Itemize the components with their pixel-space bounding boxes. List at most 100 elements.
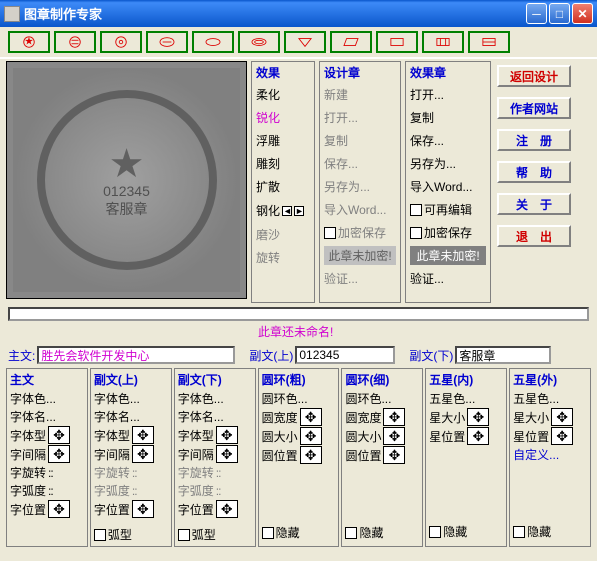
effects-column: 效果 柔化 锐化 浮雕 雕刻 扩散 钢化 ◄► 磨沙 旋转: [251, 61, 315, 303]
p7-hide-check[interactable]: [513, 526, 525, 538]
panel-ring-thick: 圆环(粗) 圆环色... 圆宽度✥ 圆大小✥ 圆位置✥ 隐藏: [258, 368, 340, 547]
effect-blur[interactable]: 柔化: [256, 85, 310, 104]
tool-ellipse-fill[interactable]: [238, 31, 280, 53]
ec-enc-check[interactable]: [410, 227, 422, 239]
maximize-button[interactable]: □: [549, 3, 570, 24]
seal-number: 012345: [103, 183, 150, 199]
p4-size-drag[interactable]: ✥: [300, 427, 322, 445]
p2-style-drag[interactable]: ✥: [132, 426, 154, 444]
p6-hide-check[interactable]: [429, 526, 441, 538]
p6-pos-drag[interactable]: ✥: [467, 427, 489, 445]
p4-width: 圆宽度: [262, 409, 298, 426]
ec-verify[interactable]: 验证...: [410, 269, 486, 288]
fuxia-label: 副文(下): [409, 347, 453, 364]
btn-help[interactable]: 帮 助: [497, 161, 571, 183]
p5-width: 圆宽度: [345, 409, 381, 426]
p2-color[interactable]: 字体色...: [94, 390, 140, 407]
p5-hide-check[interactable]: [345, 527, 357, 539]
effect-carve[interactable]: 雕刻: [256, 154, 310, 173]
p1-color[interactable]: 字体色...: [10, 390, 56, 407]
app-icon: [4, 6, 20, 22]
p1-pos-drag[interactable]: ✥: [48, 500, 70, 518]
design-header: 设计章: [324, 64, 396, 81]
tool-ellipse[interactable]: [192, 31, 234, 53]
design-save[interactable]: 保存...: [324, 154, 396, 173]
ec-word[interactable]: 导入Word...: [410, 177, 486, 196]
steel-right[interactable]: ►: [294, 206, 304, 216]
p2-arc-check[interactable]: [94, 529, 106, 541]
tool-circle-ring[interactable]: [100, 31, 142, 53]
zhuwen-input[interactable]: [37, 346, 235, 364]
p2-spacing-drag[interactable]: ✥: [132, 445, 154, 463]
fushang-input[interactable]: [295, 346, 395, 364]
effect-emboss[interactable]: 浮雕: [256, 131, 310, 150]
p4-color[interactable]: 圆环色...: [262, 390, 308, 407]
p4-width-drag[interactable]: ✥: [300, 408, 322, 426]
p5-pos-drag[interactable]: ✥: [383, 446, 405, 464]
p1-spacing-drag[interactable]: ✥: [48, 445, 70, 463]
p3-spacing-drag[interactable]: ✥: [216, 445, 238, 463]
p1-font[interactable]: 字体名...: [10, 408, 56, 425]
design-saveas[interactable]: 另存为...: [324, 177, 396, 196]
p5-size-drag[interactable]: ✥: [383, 427, 405, 445]
design-word[interactable]: 导入Word...: [324, 200, 396, 219]
design-open[interactable]: 打开...: [324, 108, 396, 127]
progress-bar: [8, 307, 589, 321]
p5-color[interactable]: 圆环色...: [345, 390, 391, 407]
effect-rotate[interactable]: 旋转: [256, 248, 310, 267]
p6-hide-label: 隐藏: [443, 523, 467, 540]
p3-style-drag[interactable]: ✥: [216, 426, 238, 444]
ec-reedit: 可再编辑: [424, 201, 472, 218]
tool-rect-lines[interactable]: [468, 31, 510, 53]
tool-circle-star[interactable]: ★: [8, 31, 50, 53]
seal-star-icon: ★: [109, 141, 145, 187]
ec-copy[interactable]: 复制: [410, 108, 486, 127]
p2-pos-drag[interactable]: ✥: [132, 500, 154, 518]
p7-color[interactable]: 五星色...: [513, 390, 559, 407]
design-new[interactable]: 新建: [324, 85, 396, 104]
minimize-button[interactable]: ─: [526, 3, 547, 24]
p3-pos-drag[interactable]: ✥: [216, 500, 238, 518]
window-title: 图章制作专家: [24, 4, 524, 23]
btn-about[interactable]: 关 于: [497, 193, 571, 215]
ec-enc: 加密保存: [424, 224, 472, 241]
steel-left[interactable]: ◄: [282, 206, 292, 216]
p6-color[interactable]: 五星色...: [429, 390, 475, 407]
tool-circle-lines[interactable]: [54, 31, 96, 53]
btn-author-site[interactable]: 作者网站: [497, 97, 571, 119]
fuxia-input[interactable]: [455, 346, 551, 364]
p7-pos-drag[interactable]: ✥: [551, 427, 573, 445]
tool-ellipse-lines[interactable]: [146, 31, 188, 53]
design-copy[interactable]: 复制: [324, 131, 396, 150]
p3-font[interactable]: 字体名...: [178, 408, 224, 425]
p6-size-drag[interactable]: ✥: [467, 408, 489, 426]
tool-rectangle[interactable]: [376, 31, 418, 53]
p5-width-drag[interactable]: ✥: [383, 408, 405, 426]
p2-font[interactable]: 字体名...: [94, 408, 140, 425]
tool-rect-pattern[interactable]: [422, 31, 464, 53]
p1-style-drag[interactable]: ✥: [48, 426, 70, 444]
p7-size-drag[interactable]: ✥: [551, 408, 573, 426]
effect-diffuse[interactable]: 扩散: [256, 177, 310, 196]
btn-register[interactable]: 注 册: [497, 129, 571, 151]
btn-return-design[interactable]: 返回设计: [497, 65, 571, 87]
close-button[interactable]: ✕: [572, 3, 593, 24]
p7-custom[interactable]: 自定义...: [513, 446, 559, 463]
p4-hide-check[interactable]: [262, 527, 274, 539]
p4-pos-drag[interactable]: ✥: [300, 446, 322, 464]
btn-exit[interactable]: 退 出: [497, 225, 571, 247]
p3-arc-check[interactable]: [178, 529, 190, 541]
ec-saveas[interactable]: 另存为...: [410, 154, 486, 173]
tool-triangle[interactable]: [284, 31, 326, 53]
ec-open[interactable]: 打开...: [410, 85, 486, 104]
effect-sharpen[interactable]: 锐化: [256, 108, 310, 127]
p1-rotate: 字旋转: [10, 464, 46, 481]
effect-frost[interactable]: 磨沙: [256, 225, 310, 244]
untitled-label: 此章还未命名!: [258, 323, 333, 340]
p3-color[interactable]: 字体色...: [178, 390, 224, 407]
effect-steel[interactable]: 钢化: [256, 201, 280, 220]
ec-reedit-check[interactable]: [410, 204, 422, 216]
tool-parallelogram[interactable]: [330, 31, 372, 53]
ec-save[interactable]: 保存...: [410, 131, 486, 150]
design-verify[interactable]: 验证...: [324, 269, 396, 288]
